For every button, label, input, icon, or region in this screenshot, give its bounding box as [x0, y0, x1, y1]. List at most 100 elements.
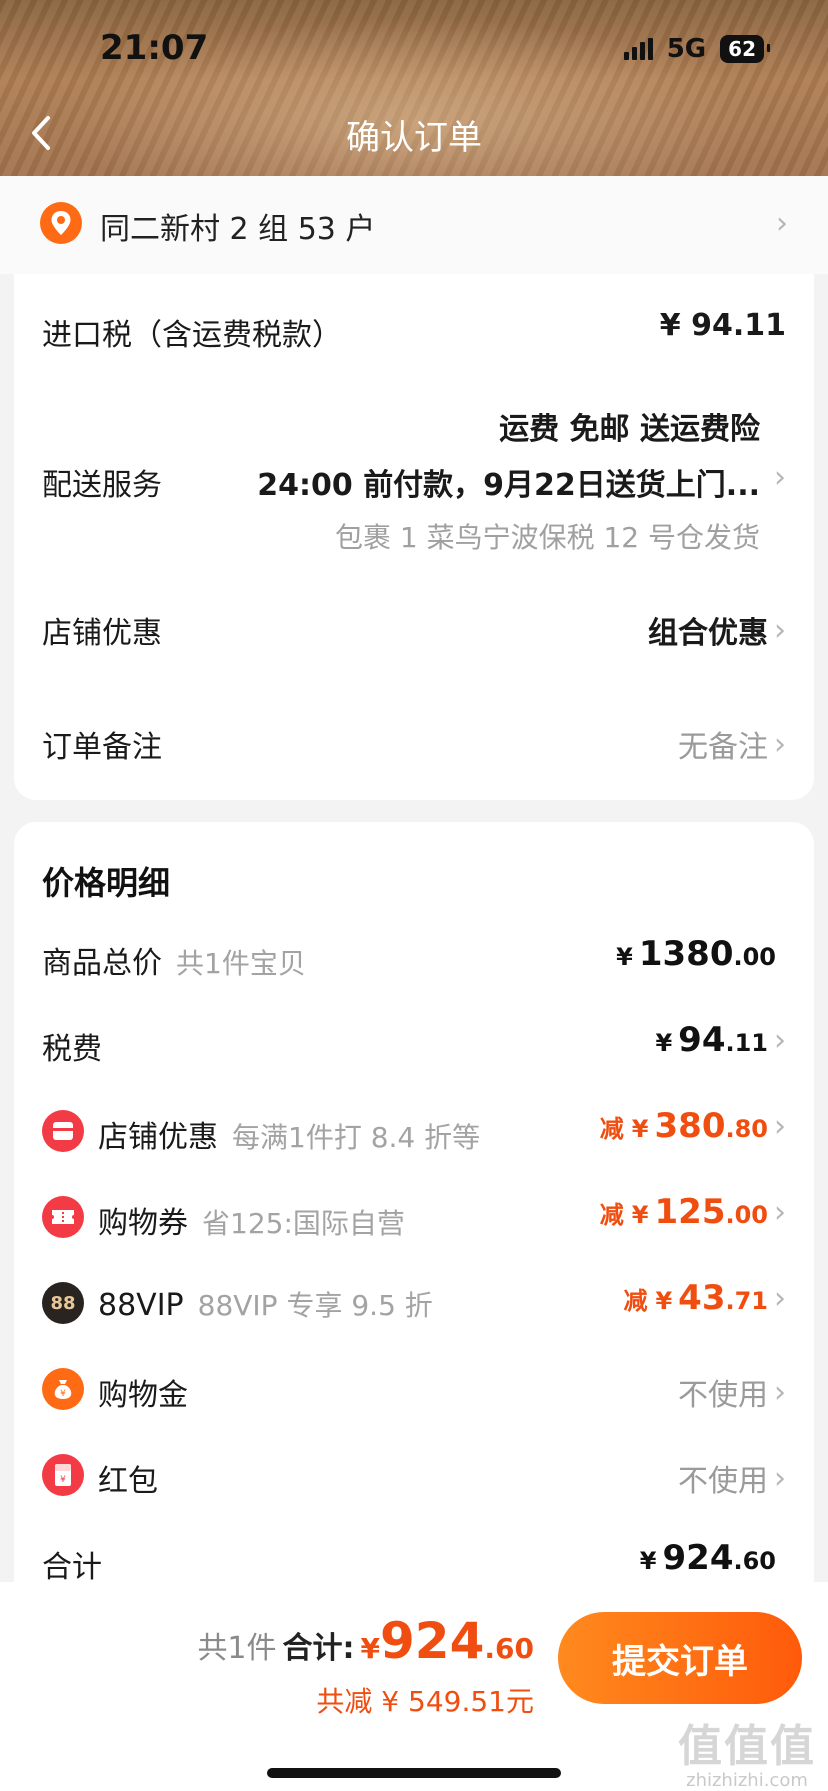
- watermark-url: zhizhizhi.com: [686, 1770, 808, 1791]
- store-icon: [53, 1122, 73, 1140]
- currency-symbol: ¥: [655, 1287, 673, 1315]
- chevron-right-icon: ›: [774, 612, 786, 648]
- price-int: 924: [380, 1612, 485, 1670]
- shop-discount-amount: 减 ¥380.80: [600, 1106, 768, 1146]
- coupon-rule: 省125:国际自营: [202, 1207, 405, 1240]
- money-bag-icon: ¥: [54, 1380, 72, 1399]
- currency-symbol: ¥: [360, 1632, 381, 1665]
- import-tax-label: 进口税（含运费税款）: [42, 318, 342, 353]
- vip-row-label: 88VIP 88VIP 专享 9.5 折: [98, 1284, 433, 1324]
- shopping-gold-icon: ¥: [42, 1368, 84, 1410]
- coupon-row-label: 购物券 省125:国际自营: [98, 1198, 405, 1242]
- currency-symbol: ¥: [639, 1547, 657, 1575]
- header-banner: 21:07 5G 62 确认订单: [0, 0, 828, 176]
- price-dec: .80: [725, 1115, 768, 1143]
- item-count: 共1件: [197, 1631, 277, 1666]
- vip-icon-text: 88: [50, 1292, 76, 1314]
- chevron-right-icon: ›: [774, 1374, 786, 1410]
- price-dec: .00: [733, 943, 776, 971]
- coupon-amount: 减 ¥125.00: [600, 1192, 768, 1232]
- total-amount: ¥924.60: [640, 1538, 776, 1578]
- delivery-fee: 运费 免邮 送运费险: [499, 412, 760, 447]
- sum-price: ¥924.60: [361, 1612, 534, 1670]
- address-text: 同二新村 2 组 53 户: [100, 212, 376, 247]
- goods-count: 共1件宝贝: [176, 947, 306, 980]
- total-label: 合计: [42, 1550, 102, 1585]
- price-int: 380: [654, 1106, 726, 1146]
- envelope-icon: ¥: [55, 1464, 71, 1486]
- home-indicator[interactable]: [267, 1768, 561, 1778]
- tax-row-right[interactable]: ¥94.11 ›: [655, 1020, 786, 1060]
- price-dec: .71: [725, 1287, 768, 1315]
- tax-amount: ¥94.11: [655, 1020, 768, 1060]
- sum-label: 合计:: [282, 1631, 355, 1666]
- status-time: 21:07: [100, 28, 209, 68]
- shop-discount-amount-row[interactable]: 减 ¥380.80 ›: [600, 1106, 786, 1146]
- red-packet-icon: ¥: [42, 1454, 84, 1496]
- submit-order-button[interactable]: 提交订单: [558, 1612, 802, 1704]
- price-dec: .00: [725, 1201, 768, 1229]
- price-dec: .11: [725, 1029, 768, 1057]
- location-pin-icon: [40, 202, 82, 244]
- price-dec: .60: [484, 1632, 534, 1665]
- shop-discount-row-label: 店铺优惠 每满1件打 8.4 折等: [98, 1112, 480, 1156]
- ticket-icon: [52, 1210, 74, 1224]
- status-icons: 5G 62: [623, 34, 770, 64]
- delivery-warehouse: 包裹 1 菜鸟宁波保税 12 号仓发货: [334, 521, 760, 554]
- watermark-logo: 值值值 zhizhizhi.com: [678, 1710, 816, 1791]
- chevron-right-icon: ›: [774, 1460, 786, 1496]
- price-int: 125: [654, 1192, 726, 1232]
- chevron-right-icon: ›: [774, 1108, 786, 1144]
- price-int: 924: [662, 1538, 734, 1578]
- red-packet-label: 红包: [98, 1464, 158, 1499]
- network-label: 5G: [666, 34, 707, 64]
- chevron-right-icon: ›: [774, 726, 786, 762]
- shopping-gold-value: 不使用: [678, 1378, 768, 1413]
- coupon-text: 购物券: [98, 1206, 188, 1241]
- shop-discount-label: 店铺优惠: [42, 616, 162, 651]
- address-row[interactable]: 同二新村 2 组 53 户 ›: [0, 176, 828, 274]
- signal-icon: [623, 38, 653, 60]
- price-int: 1380: [638, 934, 734, 974]
- vip-rule: 88VIP 专享 9.5 折: [197, 1289, 433, 1322]
- red-packet-selector[interactable]: 不使用 ›: [678, 1456, 786, 1500]
- chevron-right-icon: ›: [776, 206, 788, 241]
- minus-label: 减: [599, 1115, 624, 1143]
- shop-icon: [42, 1110, 84, 1152]
- import-tax-amount: ¥ 94.11: [659, 308, 786, 343]
- chevron-right-icon: ›: [774, 1022, 786, 1058]
- currency-symbol: ¥: [655, 1029, 673, 1057]
- shop-discount-text: 店铺优惠: [98, 1120, 218, 1155]
- shopping-gold-label: 购物金: [98, 1378, 188, 1413]
- goods-total-price: ¥1380.00: [616, 934, 776, 974]
- summary-line: 共1件 合计: ¥924.60: [197, 1612, 534, 1670]
- delivery-details[interactable]: 运费 免邮 送运费险 24:00 前付款，9月22日送货上门... 包裹 1 菜…: [257, 404, 760, 556]
- delivery-time: 24:00 前付款，9月22日送货上门...: [257, 468, 760, 503]
- chevron-right-icon: ›: [774, 1280, 786, 1316]
- vip-text: 88VIP: [98, 1288, 184, 1323]
- shop-discount-selector[interactable]: 组合优惠 ›: [648, 608, 786, 652]
- vip-amount-row[interactable]: 减 ¥43.71 ›: [623, 1278, 786, 1318]
- shop-discount-value: 组合优惠: [648, 616, 768, 651]
- currency-symbol: ¥: [631, 1201, 649, 1229]
- svg-text:¥: ¥: [60, 1389, 66, 1399]
- tax-label: 税费: [42, 1032, 102, 1067]
- order-note-label: 订单备注: [42, 730, 162, 765]
- price-int: 94: [678, 1020, 726, 1060]
- currency-symbol: ¥: [631, 1115, 649, 1143]
- goods-total-amount: ¥1380.00: [616, 934, 776, 974]
- minus-label: 减: [599, 1201, 624, 1229]
- vip-icon: 88: [42, 1282, 84, 1324]
- order-note-selector[interactable]: 无备注 ›: [678, 722, 786, 766]
- coupon-amount-row[interactable]: 减 ¥125.00 ›: [600, 1192, 786, 1232]
- order-note-value: 无备注: [678, 730, 768, 765]
- delivery-label: 配送服务: [42, 468, 162, 503]
- red-packet-value: 不使用: [678, 1464, 768, 1499]
- total-price: ¥924.60: [640, 1538, 776, 1578]
- currency-symbol: ¥: [616, 943, 633, 971]
- vip-amount: 减 ¥43.71: [623, 1278, 768, 1318]
- minus-label: 减: [623, 1287, 648, 1315]
- svg-text:¥: ¥: [60, 1475, 66, 1485]
- battery-icon: 62: [720, 35, 770, 63]
- shopping-gold-selector[interactable]: 不使用 ›: [678, 1370, 786, 1414]
